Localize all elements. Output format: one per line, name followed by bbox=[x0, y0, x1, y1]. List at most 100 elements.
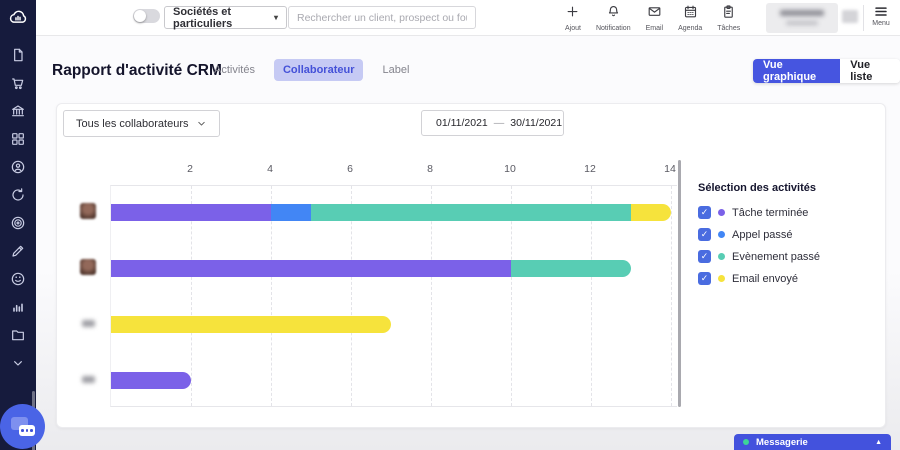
x-tick-label: 14 bbox=[650, 163, 690, 175]
app-logo[interactable] bbox=[0, 0, 36, 36]
legend-item: ✓ Email envoyé bbox=[698, 272, 878, 285]
collaborator-avatar bbox=[80, 259, 96, 275]
sidebar-smiley-icon[interactable] bbox=[10, 270, 27, 287]
entity-filter-value: Sociétés et particuliers bbox=[173, 6, 274, 30]
bar-segment[interactable] bbox=[271, 204, 311, 221]
bar-segment[interactable] bbox=[111, 204, 271, 221]
legend-items: ✓Tâche terminée✓Appel passé✓Evènement pa… bbox=[698, 206, 878, 285]
search-input[interactable] bbox=[288, 6, 476, 29]
clipboard-icon bbox=[721, 4, 736, 24]
user-role-redacted bbox=[786, 21, 818, 25]
plus-icon bbox=[565, 4, 580, 24]
bar-row-collaborator-initials-3 bbox=[111, 316, 391, 333]
user-badge-redacted[interactable] bbox=[842, 10, 858, 23]
sidebar-user-badge-icon[interactable] bbox=[10, 158, 27, 175]
menu-button[interactable]: Menu bbox=[868, 4, 894, 27]
user-chip[interactable] bbox=[766, 3, 838, 33]
view-button[interactable]: Vue graphique bbox=[753, 59, 840, 83]
menu-label: Menu bbox=[872, 20, 890, 27]
tab-collaborateur[interactable]: Collaborateur bbox=[274, 59, 364, 81]
bar-segment[interactable] bbox=[511, 260, 631, 277]
legend-checkbox[interactable]: ✓ bbox=[698, 228, 711, 241]
legend-item: ✓ Evènement passé bbox=[698, 250, 878, 263]
bell-icon bbox=[606, 4, 621, 24]
legend-label: Email envoyé bbox=[732, 273, 798, 285]
topbar: Sociétés et particuliers ▾ Ajout Notifica… bbox=[0, 0, 900, 36]
action-clipboard[interactable]: Tâches bbox=[717, 4, 740, 34]
bar-row-collaborator-avatar-2 bbox=[111, 260, 631, 277]
date-from: 01/11/2021 bbox=[436, 117, 488, 129]
entity-filter-select[interactable]: Sociétés et particuliers ▾ bbox=[164, 6, 287, 29]
date-to: 30/11/2021 bbox=[510, 117, 562, 129]
gridline bbox=[671, 186, 672, 406]
legend-checkbox[interactable]: ✓ bbox=[698, 272, 711, 285]
x-tick-label: 2 bbox=[170, 163, 210, 175]
legend-item: ✓ Appel passé bbox=[698, 228, 878, 241]
view-button[interactable]: Vue liste bbox=[840, 59, 900, 83]
legend-checkbox[interactable]: ✓ bbox=[698, 250, 711, 263]
crm-app-screen: Sociétés et particuliers ▾ Ajout Notifica… bbox=[0, 0, 900, 450]
bar-chart-plot bbox=[110, 185, 677, 407]
sidebar-target-icon[interactable] bbox=[10, 214, 27, 231]
date-range-picker[interactable]: 01/11/2021 — 30/11/2021 bbox=[421, 110, 564, 136]
sidebar-bank-icon[interactable] bbox=[10, 102, 27, 119]
calendar-icon bbox=[683, 4, 698, 24]
action-bell[interactable]: Notification bbox=[596, 4, 631, 34]
sidebar-document-icon[interactable] bbox=[10, 46, 27, 63]
legend-color-dot bbox=[718, 253, 725, 260]
bar-segment[interactable] bbox=[311, 204, 631, 221]
legend-title: Sélection des activités bbox=[698, 182, 878, 194]
action-calendar[interactable]: Agenda bbox=[678, 4, 702, 34]
x-tick-label: 12 bbox=[570, 163, 610, 175]
sidebar bbox=[0, 36, 36, 450]
chat-typing-icon bbox=[19, 425, 35, 436]
chat-widget-button[interactable] bbox=[0, 404, 45, 449]
page-title: Rapport d'activité CRM bbox=[52, 62, 222, 80]
date-separator: — bbox=[494, 117, 505, 129]
sidebar-refresh-icon[interactable] bbox=[10, 186, 27, 203]
entity-toggle[interactable] bbox=[133, 9, 160, 23]
legend-label: Evènement passé bbox=[732, 251, 820, 263]
messenger-label: Messagerie bbox=[756, 437, 808, 448]
sidebar-icons bbox=[0, 36, 36, 371]
sidebar-folder-icon[interactable] bbox=[10, 326, 27, 343]
sidebar-pencil-icon[interactable] bbox=[10, 242, 27, 259]
bar-segment[interactable] bbox=[631, 204, 671, 221]
topbar-actions: Ajout Notification Email Agenda Tâches bbox=[565, 4, 740, 34]
legend-checkbox[interactable]: ✓ bbox=[698, 206, 711, 219]
action-label: Email bbox=[646, 25, 664, 32]
chart-scrollbar[interactable] bbox=[678, 160, 681, 407]
legend-color-dot bbox=[718, 209, 725, 216]
action-envelope[interactable]: Email bbox=[646, 4, 664, 34]
collaborator-select[interactable]: Tous les collaborateurs bbox=[63, 110, 220, 137]
bar-segment[interactable] bbox=[111, 372, 191, 389]
sidebar-cart-icon[interactable] bbox=[10, 74, 27, 91]
user-name-redacted bbox=[780, 10, 824, 16]
legend-item: ✓Tâche terminée bbox=[698, 206, 878, 219]
x-axis-ticks: 2468101214 bbox=[0, 163, 900, 176]
sidebar-grid-icon[interactable] bbox=[10, 130, 27, 147]
x-tick-label: 4 bbox=[250, 163, 290, 175]
legend-color-dot bbox=[718, 275, 725, 282]
x-tick-label: 8 bbox=[410, 163, 450, 175]
chevron-down-icon bbox=[196, 118, 207, 129]
action-label: Tâches bbox=[717, 25, 740, 32]
action-plus[interactable]: Ajout bbox=[565, 4, 581, 34]
view-switch: Vue graphiqueVue liste bbox=[753, 59, 900, 83]
action-label: Agenda bbox=[678, 25, 702, 32]
collaborator-initials-redacted bbox=[82, 320, 95, 327]
toggle-knob bbox=[134, 10, 146, 22]
tab-activités[interactable]: Activités bbox=[205, 59, 264, 81]
sidebar-chart-bars-icon[interactable] bbox=[10, 298, 27, 315]
bar-segment[interactable] bbox=[111, 260, 511, 277]
action-label: Ajout bbox=[565, 25, 581, 32]
hamburger-icon bbox=[873, 4, 889, 19]
sidebar-chevron-down-icon[interactable] bbox=[10, 354, 27, 371]
bar-row-collaborator-avatar-1 bbox=[111, 204, 671, 221]
legend-label: Appel passé bbox=[732, 229, 793, 241]
topbar-divider bbox=[863, 5, 864, 31]
messenger-bar[interactable]: Messagerie ▲ bbox=[734, 434, 891, 450]
tab-label[interactable]: Label bbox=[373, 59, 418, 81]
caret-up-icon: ▲ bbox=[875, 439, 882, 446]
bar-segment[interactable] bbox=[111, 316, 391, 333]
